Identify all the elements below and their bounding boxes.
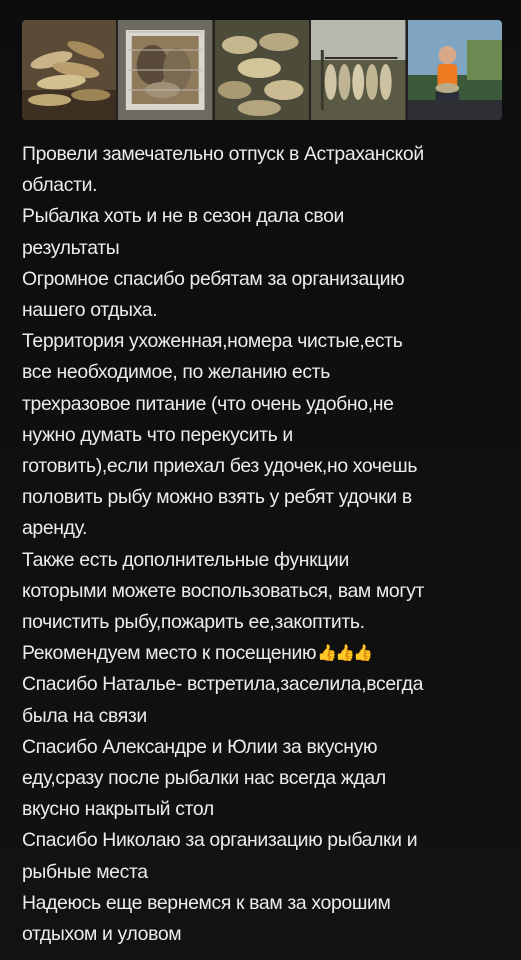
- photo-fish-in-crate-image: [118, 20, 213, 120]
- photo-strip[interactable]: [22, 20, 502, 120]
- photo-fish-catch-outdoors-image: [311, 20, 406, 120]
- review-line: Рыбалка хоть и не в сезон дала свои: [22, 205, 345, 228]
- review-line: половить рыбу можно взять у ребят удочки…: [22, 486, 412, 509]
- review-line-text: Рекомендуем место к посещению: [22, 642, 317, 665]
- review-line-with-emoji: Рекомендуем место к посещению👍👍👍: [22, 638, 507, 669]
- review-line: Провели замечательно отпуск в Астраханск…: [22, 143, 424, 165]
- photo-fish-pile-on-table-image: [22, 20, 117, 120]
- photo-fish-in-crate[interactable]: [118, 20, 213, 120]
- review-line: Спасибо Наталье- встретила,заселила,всег…: [22, 673, 424, 696]
- review-line: готовить),если приехал без удочек,но хоч…: [22, 455, 418, 478]
- review-screen: Провели замечательно отпуск в Астраханск…: [0, 0, 521, 960]
- photo-person-holding-fish-image: [407, 20, 502, 120]
- review-line: отдыхом и уловом: [22, 923, 182, 946]
- review-line: нашего отдыха.: [22, 299, 158, 322]
- photo-person-holding-fish[interactable]: [407, 20, 502, 120]
- review-line: аренду.: [22, 517, 88, 540]
- photo-fish-pile-on-table[interactable]: [22, 20, 117, 120]
- review-line: Спасибо Николаю за организацию рыбалки и: [22, 829, 418, 852]
- review-line: нужно думать что перекусить и: [22, 423, 293, 446]
- review-line: Надеюсь еще вернемся к вам за хорошим: [22, 891, 391, 914]
- review-text: Провели замечательно отпуск в Астраханск…: [22, 139, 507, 950]
- review-line: трехразовое питание (что очень удобно,не: [22, 392, 394, 415]
- review-line: Огромное спасибо ребятам за организацию: [22, 267, 405, 290]
- review-line: Спасибо Александре и Юлии за вкусную: [22, 735, 378, 758]
- review-line: рыбные места: [22, 860, 148, 883]
- thumbs-up-icon: 👍👍👍: [317, 645, 373, 663]
- review-line: почистить рыбу,пожарить ее,закоптить.: [22, 611, 365, 634]
- review-line: была на связи: [22, 704, 147, 727]
- review-line: еду,сразу после рыбалки нас всегда ждал: [22, 767, 386, 790]
- review-line: результаты: [22, 236, 120, 259]
- review-line: области.: [22, 174, 98, 197]
- photo-fish-on-tarp[interactable]: [214, 20, 310, 120]
- photo-fish-on-tarp-image: [214, 20, 310, 120]
- review-line: которыми можете воспользоваться, вам мог…: [22, 579, 424, 602]
- review-line: все необходимое, по желанию есть: [22, 361, 330, 384]
- review-line: вкусно накрытый стол: [22, 798, 214, 821]
- photo-fish-catch-outdoors[interactable]: [311, 20, 406, 120]
- review-line: Также есть дополнительные функции: [22, 548, 349, 571]
- review-line: Территория ухоженная,номера чистые,есть: [22, 330, 403, 353]
